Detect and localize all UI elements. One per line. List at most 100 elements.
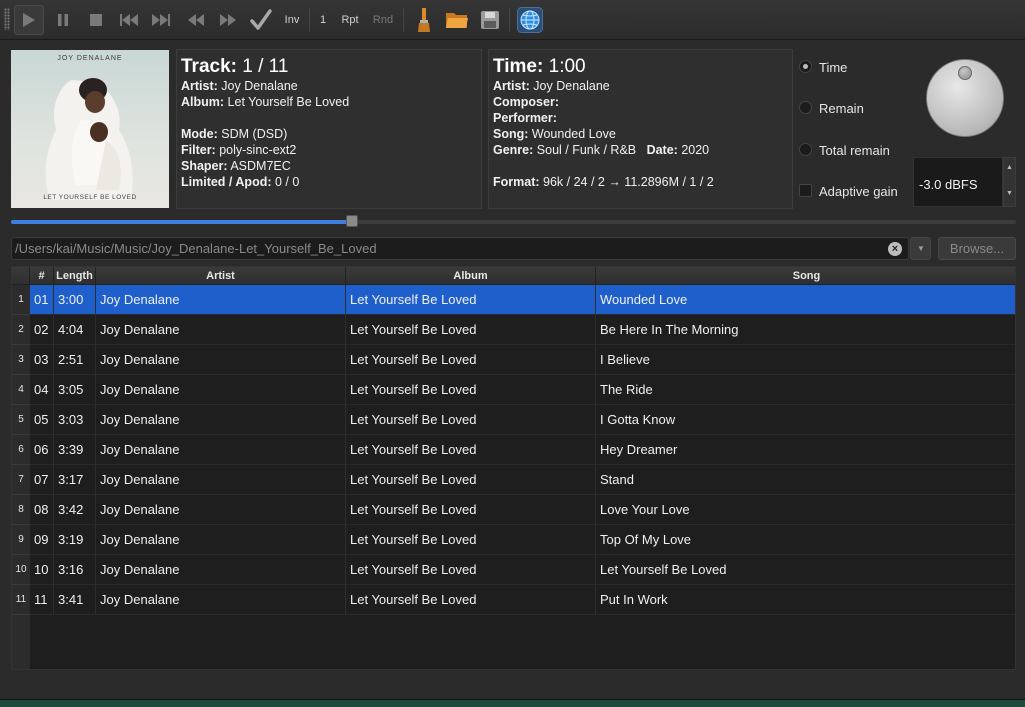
time-info-panel: Time: 1:00 Artist: Joy Denalane Composer… — [488, 49, 793, 209]
cell-song: Stand — [596, 465, 1015, 495]
row-number: 10 — [12, 555, 30, 585]
volume-spinner[interactable]: ▲ ▼ — [1003, 157, 1016, 207]
cover-artist-text: JOY DENALANE — [57, 55, 123, 62]
cell-song: I Believe — [596, 345, 1015, 375]
toolbar-separator — [403, 8, 404, 32]
repeat-button[interactable]: Rpt — [337, 5, 363, 35]
cell-length: 3:39 — [54, 435, 96, 465]
cell-album: Let Yourself Be Loved — [346, 525, 596, 555]
cell-length: 3:19 — [54, 525, 96, 555]
table-row[interactable]: 3 03 2:51 Joy Denalane Let Yourself Be Loved… — [12, 345, 1015, 375]
cell-num: 09 — [30, 525, 54, 555]
floppy-disk-icon — [481, 11, 499, 29]
row-number: 6 — [12, 435, 30, 465]
cell-album: Let Yourself Be Loved — [346, 495, 596, 525]
remain-radio[interactable] — [799, 101, 812, 114]
play-button[interactable] — [14, 5, 44, 35]
playlist-table: # Length Artist Album Song 1 01 3:00 Joy De… — [11, 266, 1016, 670]
spin-down-icon[interactable]: ▼ — [1006, 190, 1013, 197]
cell-num: 11 — [30, 585, 54, 615]
song-genre-date: Genre: Soul / Funk / R&B Date: 2020 — [493, 143, 710, 157]
total-remain-radio-label[interactable]: Total remain — [819, 143, 890, 158]
row-number: 1 — [12, 285, 30, 315]
table-row[interactable]: 7 07 3:17 Joy Denalane Let Yourself Be Loved… — [12, 465, 1015, 495]
table-row[interactable]: 6 06 3:39 Joy Denalane Let Yourself Be Loved… — [12, 435, 1015, 465]
cell-num: 10 — [30, 555, 54, 585]
row-number: 9 — [12, 525, 30, 555]
time-radio-label[interactable]: Time — [819, 60, 847, 75]
song-format: Format: 96k / 24 / 2 → 11.2896M / 1 / 2 — [493, 175, 714, 189]
clear-playlist-button[interactable] — [411, 5, 437, 35]
random-button[interactable]: Rnd — [370, 5, 396, 35]
cell-album: Let Yourself Be Loved — [346, 285, 596, 315]
checkmark-icon — [250, 9, 272, 30]
next-track-button[interactable] — [148, 5, 174, 35]
spin-up-icon[interactable]: ▲ — [1006, 164, 1013, 171]
adaptive-gain-label[interactable]: Adaptive gain — [819, 184, 898, 199]
column-header-album[interactable]: Album — [346, 267, 596, 285]
seek-slider[interactable] — [11, 215, 1016, 227]
cell-num: 06 — [30, 435, 54, 465]
fast-forward-button[interactable] — [215, 5, 241, 35]
table-row[interactable]: 4 04 3:05 Joy Denalane Let Yourself Be Loved… — [12, 375, 1015, 405]
seek-slider-handle[interactable] — [345, 215, 358, 227]
invert-button[interactable]: Inv — [280, 5, 304, 35]
previous-track-button[interactable] — [116, 5, 142, 35]
pause-button[interactable] — [50, 5, 76, 35]
table-row[interactable]: 10 10 3:16 Joy Denalane Let Yourself Be Love… — [12, 555, 1015, 585]
track-mode: Mode: SDM (DSD) — [181, 127, 288, 141]
path-input[interactable] — [15, 239, 875, 258]
open-folder-button[interactable] — [443, 5, 471, 35]
table-row[interactable]: 2 02 4:04 Joy Denalane Let Yourself Be Loved… — [12, 315, 1015, 345]
total-remain-radio[interactable] — [799, 143, 812, 156]
path-dropdown-button[interactable]: ▼ — [910, 237, 931, 260]
save-button[interactable] — [477, 5, 503, 35]
track-artist: Artist: Joy Denalane — [181, 79, 298, 93]
path-combobox[interactable]: × — [11, 237, 909, 260]
pause-icon — [58, 14, 68, 26]
rewind-icon — [188, 14, 204, 26]
volume-knob[interactable] — [926, 59, 1004, 137]
row-number: 11 — [12, 585, 30, 615]
column-header-song[interactable]: Song — [596, 267, 1015, 285]
globe-icon — [517, 7, 543, 33]
brush-icon — [418, 8, 430, 32]
row-number: 7 — [12, 465, 30, 495]
cell-song: Let Yourself Be Loved — [596, 555, 1015, 585]
row-number: 2 — [12, 315, 30, 345]
browse-button[interactable]: Browse... — [938, 237, 1016, 260]
cell-album: Let Yourself Be Loved — [346, 435, 596, 465]
check-button[interactable] — [247, 5, 275, 35]
time-display: Time: 1:00 — [493, 56, 586, 77]
time-radio[interactable] — [799, 60, 812, 73]
repeat-count[interactable]: 1 — [316, 5, 330, 35]
fast-forward-icon — [220, 14, 236, 26]
table-row[interactable]: 1 01 3:00 Joy Denalane Let Yourself Be Loved… — [12, 285, 1015, 315]
table-row[interactable]: 5 05 3:03 Joy Denalane Let Yourself Be Loved… — [12, 405, 1015, 435]
playlist-header: # Length Artist Album Song — [12, 267, 1015, 285]
table-row[interactable]: 11 11 3:41 Joy Denalane Let Yourself Be Love… — [12, 585, 1015, 615]
table-row[interactable]: 9 09 3:19 Joy Denalane Let Yourself Be Loved… — [12, 525, 1015, 555]
cell-artist: Joy Denalane — [96, 435, 346, 465]
stop-button[interactable] — [83, 5, 109, 35]
song-composer: Composer: — [493, 95, 559, 109]
cell-artist: Joy Denalane — [96, 315, 346, 345]
column-header-length[interactable]: Length — [54, 267, 96, 285]
cell-album: Let Yourself Be Loved — [346, 465, 596, 495]
cell-artist: Joy Denalane — [96, 405, 346, 435]
track-filter: Filter: poly-sinc-ext2 — [181, 143, 297, 157]
rewind-button[interactable] — [183, 5, 209, 35]
table-row[interactable]: 8 08 3:42 Joy Denalane Let Yourself Be Loved… — [12, 495, 1015, 525]
volume-value-field[interactable]: -3.0 dBFS — [913, 157, 1003, 207]
column-header-number[interactable]: # — [30, 267, 54, 285]
seek-slider-fill — [11, 220, 352, 224]
chevron-down-icon: ▼ — [917, 244, 925, 253]
toolbar-grip-icon[interactable] — [4, 8, 10, 30]
cell-album: Let Yourself Be Loved — [346, 555, 596, 585]
network-button[interactable] — [515, 5, 545, 35]
column-header-artist[interactable]: Artist — [96, 267, 346, 285]
remain-radio-label[interactable]: Remain — [819, 101, 864, 116]
cell-song: Wounded Love — [596, 285, 1015, 315]
clear-path-icon[interactable]: × — [888, 242, 902, 256]
adaptive-gain-checkbox[interactable] — [799, 184, 812, 197]
